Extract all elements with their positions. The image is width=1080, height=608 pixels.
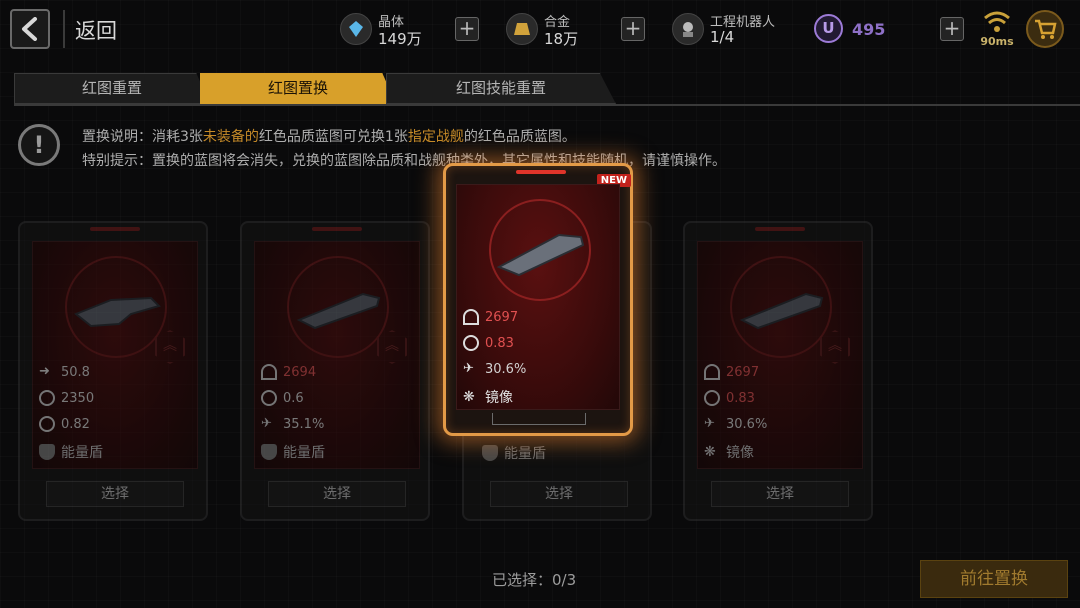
crystal-icon: [340, 13, 372, 45]
select-button-4[interactable]: 选择: [711, 481, 849, 507]
ping-indicator: 90ms: [975, 8, 1019, 48]
notice-line-1: 置换说明：消耗3张未装备的红色品质蓝图可兑换1张指定战舰的红色品质蓝图。: [82, 129, 576, 145]
shield-icon: [261, 444, 277, 460]
stat-skill-behind: 能量盾: [482, 443, 546, 463]
gauge-icon: [463, 335, 479, 351]
top-bar: 返回 晶体 149万 + 合金 18万 + 工程机器人 1/4 U 495 + …: [0, 0, 1080, 56]
go-replace-button[interactable]: 前往置换: [920, 560, 1068, 598]
blueprint-card-1[interactable]: ︽ ➜ 50.8 2350 0.82 能量盾 选择: [18, 221, 208, 521]
stat-hp: 2697: [704, 364, 759, 380]
selected-count: 已选择：0/3: [492, 571, 577, 589]
rank-chevron-icon: ︽: [155, 330, 185, 364]
crosshair-icon: [39, 416, 55, 432]
rank-chevron-icon: ︽: [377, 330, 407, 364]
card-top-bar: [516, 170, 566, 174]
add-u-currency-button[interactable]: +: [940, 17, 964, 41]
shield-icon: [482, 445, 498, 461]
mirror-icon: ❋: [463, 389, 475, 405]
wifi-icon: [984, 11, 1010, 32]
stat-armor: 0.83: [704, 390, 755, 406]
tab-red-skill-reset[interactable]: 红图技能重置: [386, 73, 616, 104]
robot-icon: [672, 13, 704, 45]
select-button-2[interactable]: 选择: [268, 481, 406, 507]
crystal-value: 149万: [378, 30, 422, 48]
cart-icon: [1035, 19, 1057, 39]
rocket-icon: ✈: [261, 416, 272, 431]
tab-red-reset[interactable]: 红图重置: [14, 73, 210, 104]
mirror-icon: ❋: [704, 444, 716, 460]
u-currency-icon: U: [814, 14, 843, 43]
back-label[interactable]: 返回: [75, 15, 117, 45]
resource-robot: 工程机器人 1/4: [672, 9, 792, 49]
stat-crit: ✈ 30.6%: [463, 361, 527, 377]
info-icon: !: [18, 124, 60, 166]
chevron-left-icon: [22, 17, 37, 41]
dome-icon: [463, 309, 479, 325]
card-inner: 2697 0.83 ✈ 30.6% ❋ 镜像: [456, 184, 620, 410]
add-alloy-button[interactable]: +: [621, 17, 645, 41]
card-top-bar: [755, 227, 805, 231]
ship-icon: [739, 292, 824, 330]
card-top-bar: [312, 227, 362, 231]
alloy-icon: [506, 13, 538, 45]
stat-speed: ➜ 50.8: [39, 364, 90, 380]
stat-skill: 能量盾: [39, 442, 103, 462]
ship-icon: [496, 233, 585, 277]
divider: [63, 10, 65, 48]
dome-icon: [261, 364, 277, 380]
card-inner: ︽ 2697 0.83 ✈ 30.6% ❋ 镜像: [697, 241, 863, 469]
dome-icon: [704, 364, 720, 380]
gauge-icon: [261, 390, 277, 406]
blueprint-card-4[interactable]: ︽ 2697 0.83 ✈ 30.6% ❋ 镜像 选择: [683, 221, 873, 521]
card-top-bar: [90, 227, 140, 231]
card-inner: ︽ ➜ 50.8 2350 0.82 能量盾: [32, 241, 198, 469]
stat-hp: 2694: [261, 364, 316, 380]
alloy-value: 18万: [544, 30, 579, 48]
blueprint-card-2[interactable]: ︽ 2694 0.6 ✈ 35.1% 能量盾 选择: [240, 221, 430, 521]
robot-value: 1/4: [710, 28, 735, 46]
stat-skill: ❋ 镜像: [463, 389, 513, 406]
ping-value: 90ms: [980, 35, 1014, 48]
stat-armor: 0.83: [463, 335, 514, 351]
card-stand: [492, 413, 586, 425]
rank-chevron-icon: ︽: [820, 330, 850, 364]
gauge-icon: [39, 390, 55, 406]
back-button[interactable]: [10, 9, 50, 49]
shield-icon: [39, 444, 55, 460]
stat-skill: 能量盾: [261, 442, 325, 462]
ship-icon: [296, 292, 381, 330]
rocket-icon: ✈: [463, 361, 474, 376]
stat-accuracy: 0.82: [39, 416, 90, 432]
rocket-icon: ✈: [704, 416, 715, 431]
tab-bar: 红图重置 红图置换 红图技能重置: [14, 73, 1080, 107]
card-inner: ︽ 2694 0.6 ✈ 35.1% 能量盾: [254, 241, 420, 469]
stat-armor: 2350: [39, 390, 94, 406]
stat-crit: ✈ 30.6%: [704, 416, 768, 432]
gauge-icon: [704, 390, 720, 406]
select-button-1[interactable]: 选择: [46, 481, 184, 507]
stat-crit: ✈ 35.1%: [261, 416, 325, 432]
stat-hp: 2697: [463, 309, 518, 325]
add-crystal-button[interactable]: +: [455, 17, 479, 41]
ship-icon: [74, 296, 161, 328]
resource-alloy: 合金 18万: [506, 9, 616, 49]
u-currency-value: 495: [852, 20, 886, 39]
stat-skill: ❋ 镜像: [704, 444, 754, 461]
blueprint-card-new[interactable]: NEW 2697 0.83 ✈ 30.6% ❋ 镜像: [443, 163, 633, 436]
shop-button[interactable]: [1026, 10, 1064, 48]
select-button-3[interactable]: 选择: [490, 481, 628, 507]
tab-underline: [14, 104, 1080, 106]
arrow-icon: ➜: [39, 364, 50, 379]
stat-armor: 0.6: [261, 390, 304, 406]
tab-red-replace[interactable]: 红图置换: [200, 73, 396, 104]
resource-crystal: 晶体 149万: [340, 9, 450, 49]
